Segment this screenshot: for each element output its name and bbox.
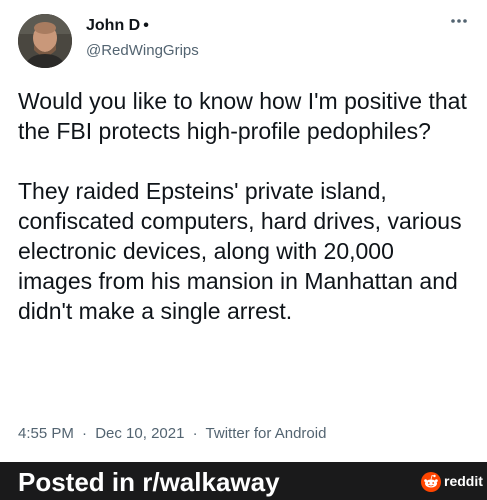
tweet-date[interactable]: Dec 10, 2021 xyxy=(95,425,184,442)
reddit-footer-banner: Posted in r/walkaway reddit xyxy=(0,462,487,500)
reddit-wordmark: reddit xyxy=(444,473,483,489)
tweet-paragraph: They raided Epsteins' private island, co… xyxy=(18,178,462,324)
avatar[interactable] xyxy=(18,14,72,68)
display-name-text: John D xyxy=(86,17,141,34)
user-handle[interactable]: @RedWingGrips xyxy=(86,42,199,59)
tweet-paragraph: Would you like to know how I'm positive … xyxy=(18,88,467,144)
tweet-text: Would you like to know how I'm positive … xyxy=(18,86,473,326)
tweet-time[interactable]: 4:55 PM xyxy=(18,425,74,442)
reddit-alien-icon xyxy=(421,472,441,492)
tweet-source[interactable]: Twitter for Android xyxy=(206,425,327,442)
tweet-card: John D • @RedWingGrips Would you like to … xyxy=(0,0,487,462)
meta-separator: · xyxy=(82,425,88,442)
display-name[interactable]: John D • xyxy=(86,17,149,35)
avatar-image xyxy=(18,14,72,68)
name-separator: • xyxy=(143,17,149,34)
meta-separator: · xyxy=(192,425,198,442)
posted-in-label: Posted in r/walkaway xyxy=(18,467,280,497)
more-horizontal-icon[interactable] xyxy=(449,16,469,26)
tweet-meta: 4:55 PM · Dec 10, 2021 · Twitter for And… xyxy=(18,425,330,442)
